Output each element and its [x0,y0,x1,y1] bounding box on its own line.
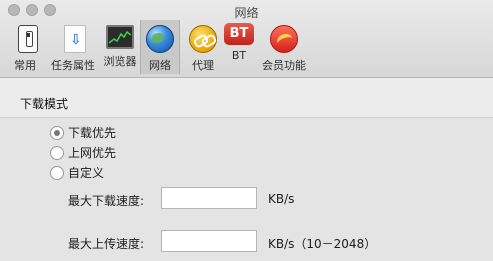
radio-label: 下载优先 [68,126,117,140]
preferences-toolbar: 常用 ⇩ 任务属性 浏览器 网络 代理 BT BT 会员功能 [0,20,493,78]
title-bar: 网络 常用 ⇩ 任务属性 浏览器 网络 代理 BT BT 会员功能 [0,0,493,78]
max-upload-input[interactable] [161,230,257,252]
download-doc-icon: ⇩ [64,25,86,53]
max-download-label: 最大下载速度: [68,194,145,208]
max-upload-unit: KB/s（10－2048） [268,237,377,251]
radio-button[interactable] [50,125,64,140]
tab-label: BT [231,49,247,62]
tab-network[interactable]: 网络 [140,20,180,74]
radio-custom[interactable]: 自定义 [50,164,104,181]
tab-label: 网络 [149,59,171,72]
general-switch-icon [17,25,38,53]
radio-label: 自定义 [68,166,105,180]
window-title: 网络 [234,6,259,20]
radio-browsing-priority[interactable]: 上网优先 [50,144,116,161]
vip-icon [270,25,298,53]
tab-browser[interactable]: 浏览器 [100,20,140,74]
browser-monitor-icon [106,25,134,49]
radio-download-priority[interactable]: 下载优先 [50,124,116,141]
tab-label: 浏览器 [103,55,137,68]
network-globe-icon [146,25,174,53]
tab-vip[interactable]: 会员功能 [262,20,306,74]
section-title: 下载模式 [20,97,69,111]
max-download-unit: KB/s [268,192,295,206]
download-mode-panel: 下载优先 上网优先 自定义 最大下载速度: KB/s 最大上传速度: KB/s（… [0,117,493,261]
radio-label: 上网优先 [68,146,117,160]
radio-button[interactable] [50,145,64,160]
tab-label: 常用 [14,59,36,72]
tab-bt[interactable]: BT BT [218,20,260,74]
tab-label: 代理 [192,59,214,72]
max-upload-label: 最大上传速度: [68,237,145,251]
tab-task-properties[interactable]: ⇩ 任务属性 [46,20,100,74]
tab-label: 会员功能 [262,59,306,72]
radio-button[interactable] [50,165,64,180]
tab-general[interactable]: 常用 [4,20,46,74]
tab-label: 任务属性 [51,59,95,72]
proxy-link-icon [189,25,217,53]
network-settings-pane: 下载模式 下载优先 上网优先 自定义 最大下载速度: KB/s 最大上传速度: … [0,79,493,261]
bt-icon: BT [224,23,254,45]
max-download-input[interactable] [161,187,257,209]
